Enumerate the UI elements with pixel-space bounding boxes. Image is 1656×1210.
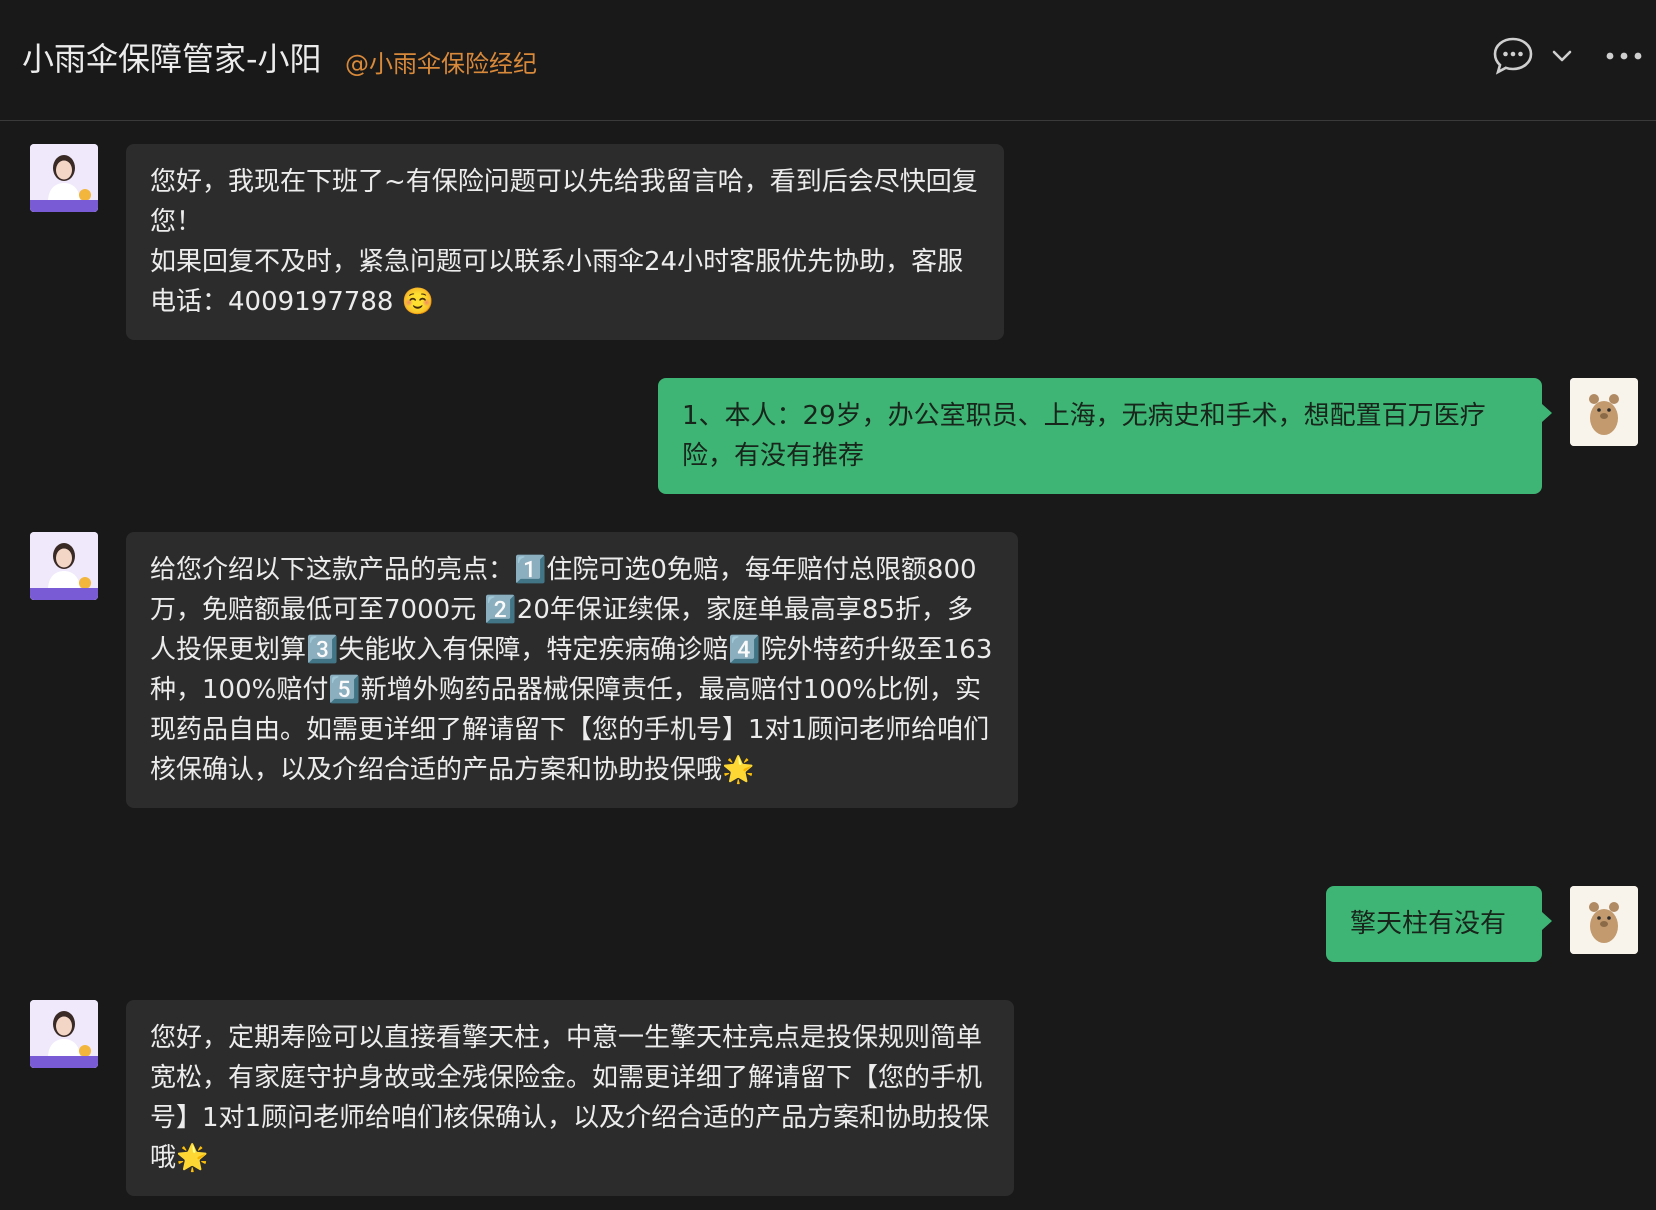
chat-bubble-icon[interactable] [1492,36,1534,76]
bear-avatar-icon [1570,378,1638,446]
chat-header: 小雨伞保障管家-小阳 @小雨伞保险经纪 [0,0,1656,121]
chevron-down-icon[interactable] [1550,46,1574,66]
message-bubble-agent[interactable]: 给您介绍以下这款产品的亮点：1️⃣住院可选0免赔，每年赔付总限额800万，免赔额… [126,532,1018,808]
message-bubble-user[interactable]: 1、本人：29岁，办公室职员、上海，无病史和手术，想配置百万医疗险，有没有推荐 [658,378,1542,494]
agent-avatar-image [30,532,98,600]
agent-avatar[interactable] [30,1000,98,1068]
more-icon[interactable] [1604,46,1644,66]
message-bubble-user[interactable]: 擎天柱有没有 [1326,886,1542,962]
bear-avatar-icon [1570,886,1638,954]
chat-title: 小雨伞保障管家-小阳 [22,40,322,78]
chat-subtitle[interactable]: @小雨伞保险经纪 [345,44,537,79]
agent-avatar[interactable] [30,532,98,600]
user-avatar[interactable] [1570,886,1638,954]
message-bubble-agent[interactable]: 您好，定期寿险可以直接看擎天柱，中意一生擎天柱亮点是投保规则简单宽松，有家庭守护… [126,1000,1014,1196]
user-avatar[interactable] [1570,378,1638,446]
agent-avatar-image [30,144,98,212]
message-bubble-agent[interactable]: 您好，我现在下班了~有保险问题可以先给我留言哈，看到后会尽快回复您！ 如果回复不… [126,144,1004,340]
agent-avatar[interactable] [30,144,98,212]
agent-avatar-image [30,1000,98,1068]
bubble-tail [1542,404,1552,422]
bubble-tail [1542,912,1552,930]
